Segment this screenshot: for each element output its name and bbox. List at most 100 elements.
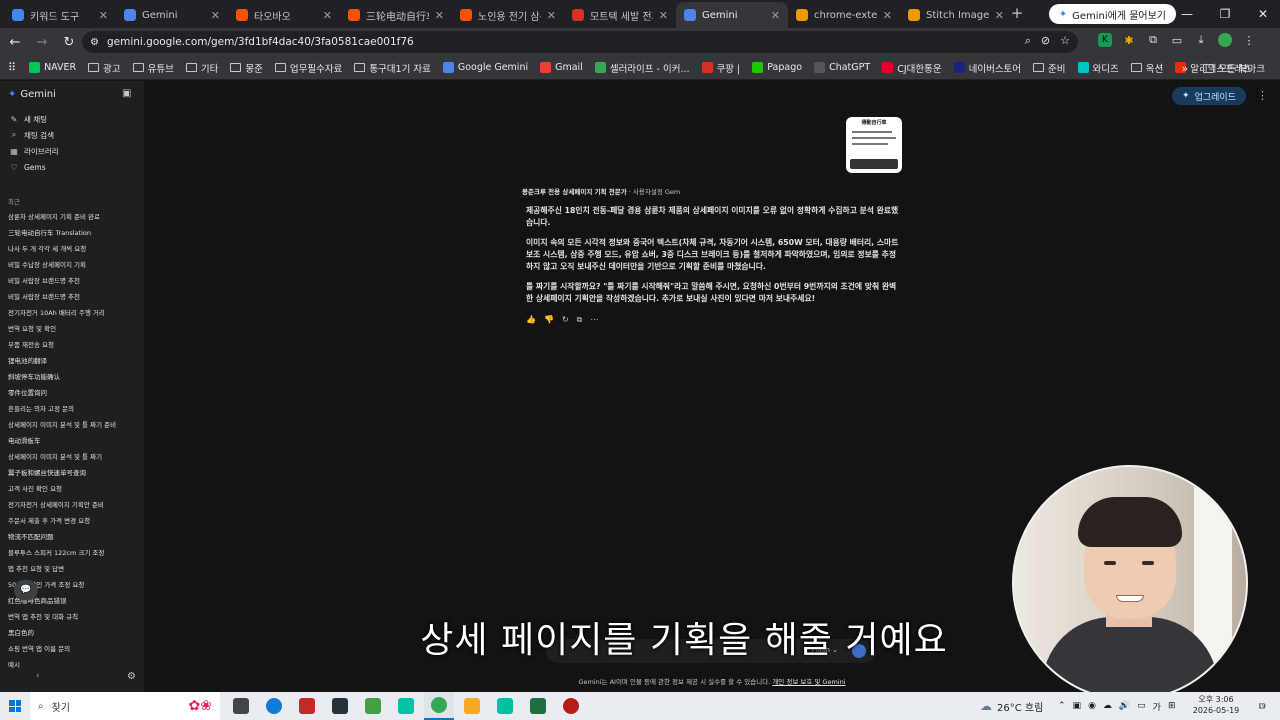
- bookmark-item[interactable]: 유튜브: [128, 58, 179, 78]
- thumbs-down-icon[interactable]: 👎: [544, 315, 554, 325]
- taskbar-app[interactable]: [490, 692, 520, 720]
- browser-tab[interactable]: 三轮电动自行车_ ✕: [340, 2, 452, 28]
- all-bookmarks-folder[interactable]: 모든 북마크: [1198, 58, 1270, 78]
- recent-chat-item[interactable]: 物流不匹配问题: [0, 529, 144, 545]
- clock[interactable]: 오후 3:06 2026-05-19: [1192, 694, 1240, 716]
- taskbar-app[interactable]: [523, 692, 553, 720]
- speaker-icon[interactable]: 🔊: [1119, 701, 1130, 711]
- recent-chat-item[interactable]: 앱 추천 요청 및 답변: [0, 561, 144, 577]
- apps-grid-icon[interactable]: ⠿: [8, 61, 16, 74]
- bookmark-item[interactable]: 준비: [1028, 58, 1070, 78]
- bookmark-star-icon[interactable]: ☆: [1060, 34, 1070, 48]
- eye-off-icon[interactable]: ⊘: [1041, 34, 1050, 48]
- address-bar[interactable]: ⚙ gemini.google.com/gem/3fd1bf4dac40/3fa…: [82, 31, 1078, 53]
- tray-app-icon[interactable]: ▣: [1073, 701, 1082, 711]
- reload-button[interactable]: ↻: [57, 30, 81, 54]
- start-button[interactable]: [0, 692, 30, 720]
- close-window-button[interactable]: ✕: [1246, 0, 1280, 28]
- notification-icon[interactable]: ▢ 19: [1254, 698, 1270, 714]
- sidebar-nav-item[interactable]: ♡ Gems: [0, 159, 144, 175]
- chat-bubble-icon[interactable]: 💬: [14, 580, 38, 600]
- tab-close-icon[interactable]: ✕: [547, 9, 556, 22]
- bookmark-item[interactable]: NAVER: [24, 58, 81, 78]
- weather-widget[interactable]: ☁ 26°C 흐림: [980, 692, 1043, 720]
- recent-chat-item[interactable]: 전기자전거 10Ah 배터리 주행 거리: [0, 305, 144, 321]
- recent-chat-item[interactable]: 三轮电动自行车 Translation: [0, 225, 144, 241]
- tab-close-icon[interactable]: ✕: [995, 9, 1004, 22]
- browser-tab[interactable]: Stitch Images ✕: [900, 2, 1012, 28]
- recent-chat-item[interactable]: 전기자전거 상세페이지 기획안 준비: [0, 497, 144, 513]
- bookmark-item[interactable]: 옥션: [1126, 58, 1168, 78]
- bookmark-item[interactable]: 와디즈: [1073, 58, 1124, 78]
- more-bookmarks-icon[interactable]: »: [1182, 62, 1189, 75]
- ask-gemini-button[interactable]: ✦ Gemini에게 물어보기: [1048, 4, 1176, 24]
- copy-icon[interactable]: ⧉: [577, 315, 583, 325]
- cloud-sync-icon[interactable]: ☁: [1103, 701, 1112, 711]
- bookmark-item[interactable]: 네이버스토어: [949, 58, 1026, 78]
- recent-chat-item[interactable]: 번역 앱 추천 및 대화 규칙: [0, 609, 144, 625]
- tray-app-icon[interactable]: ⊞: [1168, 701, 1176, 711]
- tab-close-icon[interactable]: ✕: [435, 9, 444, 22]
- taskbar-app[interactable]: [457, 692, 487, 720]
- tab-close-icon[interactable]: ✕: [659, 9, 668, 22]
- tab-close-icon[interactable]: ✕: [323, 9, 332, 22]
- browser-tab[interactable]: 모트텍 세발 전기 ✕: [564, 2, 676, 28]
- language-indicator[interactable]: 가: [1153, 700, 1161, 713]
- browser-tab[interactable]: 타오바오 ✕: [228, 2, 340, 28]
- bookmark-item[interactable]: 통구대1기 자료: [349, 58, 436, 78]
- more-actions-icon[interactable]: ⋯: [590, 315, 598, 325]
- taskbar-app[interactable]: [259, 692, 289, 720]
- regenerate-icon[interactable]: ↻: [562, 315, 569, 325]
- recent-chat-item[interactable]: 주문서 제출 후 가격 변경 요청: [0, 513, 144, 529]
- minimize-button[interactable]: —: [1170, 0, 1204, 28]
- recent-chat-item[interactable]: 고객 사진 확인 요청: [0, 481, 144, 497]
- recent-chat-item[interactable]: 삼륜차 상세페이지 기획 준비 완료: [0, 209, 144, 225]
- bookmark-item[interactable]: 몽준: [225, 58, 267, 78]
- bookmark-item[interactable]: Papago: [747, 58, 807, 78]
- tab-search-icon[interactable]: ▭: [1170, 33, 1184, 47]
- bookmark-item[interactable]: 업무필수자료: [270, 58, 347, 78]
- recent-chat-item[interactable]: 零件位置询问: [0, 385, 144, 401]
- extensions-puzzle-icon[interactable]: ⧉: [1146, 33, 1160, 47]
- sidebar-nav-item[interactable]: ✎ 새 채팅: [0, 111, 144, 127]
- collapse-icon[interactable]: ‹: [36, 671, 40, 681]
- bookmark-item[interactable]: Gmail: [535, 58, 588, 78]
- recent-chat-item[interactable]: 비밀 수납장 상세페이지 기획: [0, 257, 144, 273]
- taskbar-app[interactable]: [391, 692, 421, 720]
- recent-chat-item[interactable]: 翼子板和螺丝快速单号查询: [0, 465, 144, 481]
- tab-close-icon[interactable]: ✕: [211, 9, 220, 22]
- recent-chat-item[interactable]: 나사 두 개 각각 세 개씩 요청: [0, 241, 144, 257]
- upgrade-button[interactable]: ✦ 업그레이드: [1172, 87, 1246, 105]
- site-info-icon[interactable]: ⚙: [90, 37, 99, 48]
- bookmark-item[interactable]: 광고: [83, 58, 125, 78]
- extension-yellow-icon[interactable]: ✱: [1122, 33, 1136, 47]
- bookmark-item[interactable]: CJ대한통운: [877, 58, 946, 78]
- recent-chat-item[interactable]: 비밀 서랍장 브랜드명 추천: [0, 289, 144, 305]
- bookmark-item[interactable]: 쿠팡 |: [697, 58, 746, 78]
- taskbar-app[interactable]: [325, 692, 355, 720]
- bookmark-item[interactable]: ChatGPT: [809, 58, 875, 78]
- taskbar-app[interactable]: [424, 692, 454, 720]
- bookmark-item[interactable]: 셀러라이프 - 이커...: [590, 58, 695, 78]
- bookmark-item[interactable]: Google Gemini: [438, 58, 533, 78]
- browser-tab[interactable]: chrome-extension ✕: [788, 2, 900, 28]
- network-icon[interactable]: ▭: [1137, 701, 1146, 711]
- tab-close-icon[interactable]: ✕: [883, 9, 892, 22]
- taskbar-search[interactable]: ⌕ 찾기 ✿❀: [30, 692, 220, 720]
- browser-tab[interactable]: 노인용 전기 삼륜 ✕: [452, 2, 564, 28]
- profile-avatar-icon[interactable]: [1218, 33, 1232, 47]
- chrome-menu-icon[interactable]: ⋮: [1242, 33, 1256, 47]
- taskbar-app[interactable]: [556, 692, 586, 720]
- browser-tab[interactable]: Gemini ✕: [116, 2, 228, 28]
- recent-chat-item[interactable]: 斜坡停车功能确认: [0, 369, 144, 385]
- browser-tab[interactable]: 키워드 도구 ✕: [4, 2, 116, 28]
- browser-tab[interactable]: Gemini ✕: [676, 2, 788, 28]
- recent-chat-item[interactable]: 블루투스 스피커 122cm 크기 조정: [0, 545, 144, 561]
- new-tab-button[interactable]: +: [1004, 0, 1030, 26]
- recent-chat-item[interactable]: 黑白色的: [0, 625, 144, 641]
- recent-chat-item[interactable]: 번역 요청 및 확인: [0, 321, 144, 337]
- tab-close-icon[interactable]: ✕: [99, 9, 108, 22]
- forward-button[interactable]: →: [30, 30, 54, 54]
- recent-chat-item[interactable]: 상세페이지 이미지 분석 및 틀 짜기 준비: [0, 417, 144, 433]
- recent-chat-item[interactable]: 상세페이지 이미지 분석 및 틀 짜기: [0, 449, 144, 465]
